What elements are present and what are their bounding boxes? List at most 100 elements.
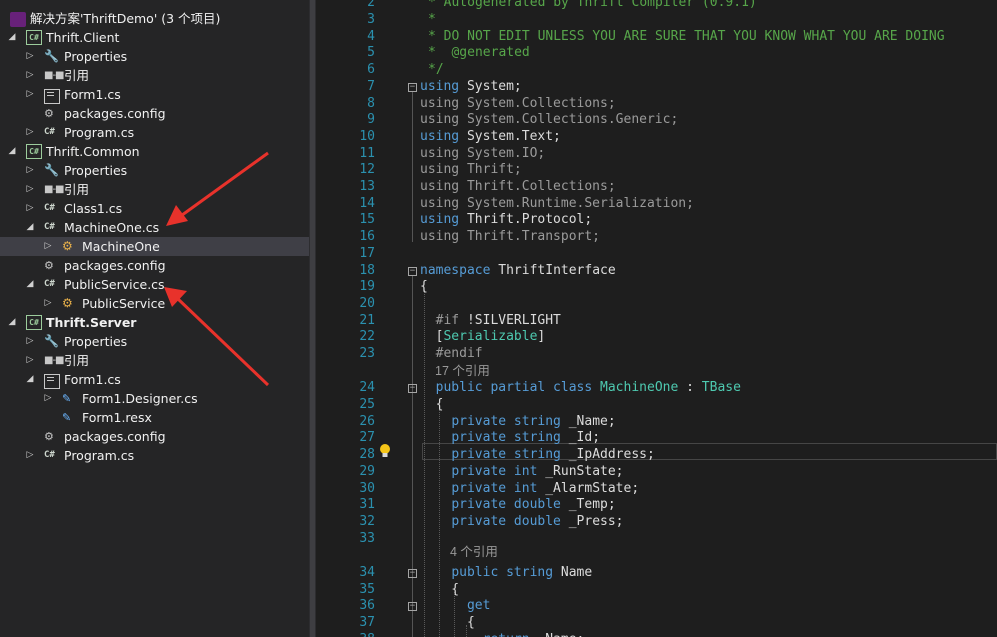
tree-item[interactable]: ▷ C# Program.cs — [0, 123, 309, 142]
expand-arrow-icon[interactable]: ▷ — [42, 389, 54, 408]
code-line[interactable]: namespace ThriftInterface — [420, 263, 616, 279]
expand-arrow-icon[interactable]: ▷ — [24, 85, 36, 104]
expand-arrow-icon[interactable]: ▷ — [24, 66, 36, 85]
tree-item[interactable]: ▷ ⚙ MachineOne — [0, 237, 309, 256]
solution-root[interactable]: 解决方案'ThriftDemo' (3 个项目) — [0, 9, 309, 28]
tree-item[interactable]: ◢ Form1.cs — [0, 370, 309, 389]
code-line[interactable]: #if !SILVERLIGHT — [420, 313, 561, 329]
code-line[interactable]: */ — [428, 62, 444, 78]
code-line[interactable]: private string _IpAddress; — [420, 447, 655, 463]
code-line[interactable]: * DO NOT EDIT UNLESS YOU ARE SURE THAT Y… — [428, 29, 945, 45]
code-line[interactable]: * Autogenerated by Thrift Compiler (0.9.… — [428, 0, 757, 11]
tree-item-label: Thrift.Server — [46, 315, 137, 330]
tree-item[interactable]: ◢ C# Thrift.Server — [0, 313, 309, 332]
scrollbar-thumb[interactable] — [310, 0, 315, 637]
code-line[interactable]: private int _RunState; — [420, 464, 623, 480]
code-line[interactable]: private double _Press; — [420, 514, 623, 530]
expand-arrow-icon[interactable]: ▷ — [42, 237, 54, 256]
code-token: using Thrift.Collections; — [420, 179, 616, 194]
expand-arrow-icon[interactable]: ▷ — [24, 123, 36, 142]
code-line[interactable]: * — [428, 12, 436, 28]
collapse-arrow-icon[interactable]: ◢ — [24, 218, 36, 237]
expand-arrow-icon[interactable]: ▷ — [24, 161, 36, 180]
code-line[interactable]: [Serializable] — [420, 329, 546, 345]
tree-item[interactable]: ▷ ■-■ 引用 — [0, 66, 309, 85]
solution-explorer-scrollbar[interactable] — [309, 0, 316, 637]
code-line[interactable]: using System.Collections.Generic; — [420, 112, 678, 128]
tree-item[interactable]: ▷ ⚙ PublicService — [0, 294, 309, 313]
tree-item-label: packages.config — [64, 429, 166, 444]
code-line[interactable]: { — [420, 279, 428, 295]
code-line[interactable]: * @generated — [428, 45, 530, 61]
tree-item[interactable]: ⚙ packages.config — [0, 427, 309, 446]
collapse-arrow-icon[interactable]: ◢ — [24, 275, 36, 294]
collapse-region-icon[interactable]: − — [408, 569, 417, 578]
code-token: #endif — [420, 346, 483, 361]
tree-item[interactable]: ◢ C# MachineOne.cs — [0, 218, 309, 237]
code-token: public partial class — [435, 380, 593, 395]
collapse-arrow-icon[interactable]: ◢ — [6, 313, 18, 332]
tree-item[interactable]: ▷ 🔧 Properties — [0, 332, 309, 351]
tree-item[interactable]: ⚙ packages.config — [0, 104, 309, 123]
expand-arrow-icon[interactable]: ▷ — [24, 180, 36, 199]
tree-item[interactable]: ▷ ■-■ 引用 — [0, 351, 309, 370]
code-line[interactable]: { — [420, 397, 444, 413]
tree-item[interactable]: ▷ 🔧 Properties — [0, 161, 309, 180]
expand-arrow-icon[interactable]: ▷ — [24, 332, 36, 351]
code-line[interactable]: private string _Id; — [420, 430, 600, 446]
collapse-region-icon[interactable]: − — [408, 384, 417, 393]
tree-item[interactable]: ▷ Form1.cs — [0, 85, 309, 104]
collapse-arrow-icon[interactable]: ◢ — [6, 142, 18, 161]
collapse-region-icon[interactable]: − — [408, 602, 417, 611]
codelens-reference-count[interactable]: 17 个引用 — [435, 363, 490, 379]
code-line[interactable]: private string _Name; — [420, 414, 615, 430]
tree-item[interactable]: ⚙ packages.config — [0, 256, 309, 275]
tree-item[interactable]: ◢ C# Thrift.Client — [0, 28, 309, 47]
collapse-arrow-icon[interactable]: ◢ — [24, 370, 36, 389]
code-line[interactable]: public partial class MachineOne : TBase — [420, 380, 741, 396]
code-editor[interactable]: 2 * Autogenerated by Thrift Compiler (0.9… — [316, 0, 997, 637]
expand-arrow-icon[interactable]: ▷ — [42, 294, 54, 313]
code-line[interactable]: using Thrift.Protocol; — [420, 212, 592, 228]
code-line[interactable]: #endif — [420, 346, 483, 362]
code-line[interactable]: using Thrift.Collections; — [420, 179, 616, 195]
outline-line — [412, 276, 413, 637]
tree-item[interactable]: ▷ C# Program.cs — [0, 446, 309, 465]
code-line[interactable]: using Thrift.Transport; — [420, 229, 600, 245]
code-token: !SILVERLIGHT — [466, 313, 561, 328]
tree-item[interactable]: ◢ C# PublicService.cs — [0, 275, 309, 294]
collapse-arrow-icon[interactable]: ◢ — [6, 28, 18, 47]
expand-arrow-icon[interactable]: ▷ — [24, 199, 36, 218]
tree-item[interactable]: ▷ 🔧 Properties — [0, 47, 309, 66]
code-line[interactable]: private double _Temp; — [420, 497, 615, 513]
code-line[interactable]: using System.IO; — [420, 146, 545, 162]
tree-item[interactable]: ▷ ■-■ 引用 — [0, 180, 309, 199]
tree-item[interactable]: ▷ ✎ Form1.Designer.cs — [0, 389, 309, 408]
code-line[interactable]: using System.Collections; — [420, 96, 616, 112]
tree-item[interactable]: ▷ C# Class1.cs — [0, 199, 309, 218]
line-number: 19 — [359, 279, 375, 294]
codelens-reference-count[interactable]: 4 个引用 — [450, 544, 498, 560]
code-line[interactable]: { — [420, 615, 475, 631]
wrench-icon: 🔧 — [44, 163, 59, 177]
tree-item[interactable]: ◢ C# Thrift.Common — [0, 142, 309, 161]
expand-arrow-icon[interactable]: ▷ — [24, 351, 36, 370]
expand-arrow-icon[interactable]: ▷ — [24, 47, 36, 66]
line-number: 35 — [359, 582, 375, 597]
code-line[interactable]: using System; — [420, 79, 522, 95]
code-line[interactable]: get — [420, 598, 490, 614]
tree-item[interactable]: ✎ Form1.resx — [0, 408, 309, 427]
code-line[interactable]: { — [420, 582, 459, 598]
code-line[interactable]: return _Name; — [420, 632, 585, 637]
code-line[interactable]: using System.Text; — [420, 129, 561, 145]
code-line[interactable]: public string Name — [420, 565, 592, 581]
code-line[interactable]: using System.Runtime.Serialization; — [420, 196, 694, 212]
code-line[interactable]: private int _AlarmState; — [420, 481, 639, 497]
collapse-region-icon[interactable]: − — [408, 267, 417, 276]
collapse-region-icon[interactable]: − — [408, 83, 417, 92]
csharp-file-icon: C# — [44, 450, 55, 460]
code-line[interactable]: using Thrift; — [420, 162, 522, 178]
expand-arrow-icon[interactable]: ▷ — [24, 446, 36, 465]
lightbulb-icon[interactable] — [379, 443, 391, 459]
